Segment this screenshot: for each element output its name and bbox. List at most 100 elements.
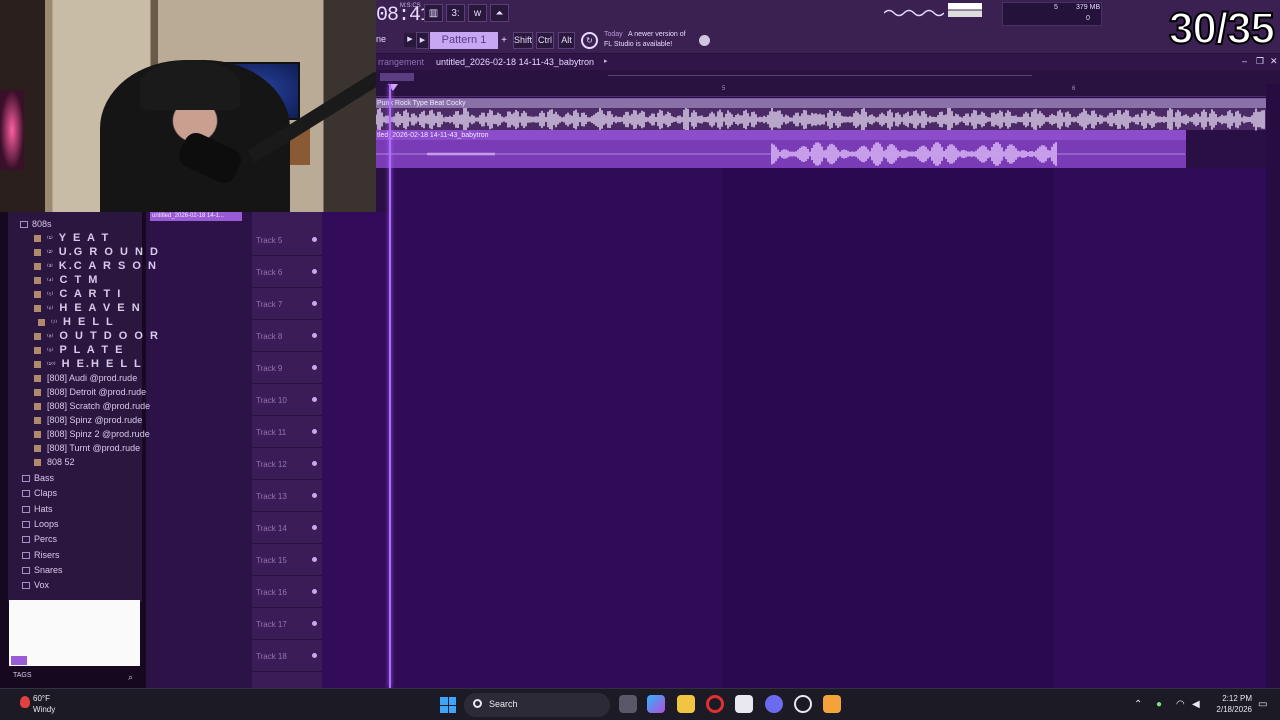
browser-folder-item[interactable]: Bass: [22, 471, 54, 485]
browser-file-item[interactable]: ⁽⁷⁾ H E L L: [38, 315, 115, 329]
track-mute-dot[interactable]: [312, 525, 317, 530]
browser-folder-item[interactable]: Vox: [22, 578, 49, 592]
metronome-icon[interactable]: ⏶: [490, 4, 509, 22]
track-header[interactable]: Track 12: [252, 448, 322, 480]
scroll-thumb[interactable]: [380, 73, 414, 81]
wifi-icon[interactable]: ◠: [1176, 699, 1185, 710]
playlist-horizontal-scroll[interactable]: [376, 70, 1280, 84]
timeline-ruler[interactable]: 5 6: [376, 84, 1280, 97]
track-mute-dot[interactable]: [312, 557, 317, 562]
ctrl-button[interactable]: Ctrl: [536, 32, 554, 49]
browser-file-item[interactable]: ⁽⁴⁾ C T M: [34, 273, 99, 287]
windows-start-icon[interactable]: [440, 697, 456, 713]
track-header[interactable]: Track 17: [252, 608, 322, 640]
track-mute-dot[interactable]: [312, 429, 317, 434]
volume-icon[interactable]: ◀: [1192, 699, 1200, 710]
notification-icon[interactable]: ▭: [1258, 699, 1267, 710]
news-line1[interactable]: A newer version of: [628, 31, 686, 38]
track-mute-dot[interactable]: [312, 461, 317, 466]
browser-file-item[interactable]: [808] Audi @prod.rude: [34, 371, 137, 385]
browser-file-item[interactable]: ⁽⁸⁾ O U T D O O R: [34, 329, 160, 343]
clock-date[interactable]: 2/18/2026: [1212, 705, 1252, 714]
track-area-pre[interactable]: [322, 212, 390, 688]
browser-folder-item[interactable]: Snares: [22, 563, 63, 577]
track-header[interactable]: Track 5: [252, 224, 322, 256]
browser-file-item[interactable]: ⁽⁹⁾ P L A T E: [34, 343, 125, 357]
opera-icon[interactable]: [706, 695, 724, 713]
track-header[interactable]: Track 11: [252, 416, 322, 448]
browser-file-item[interactable]: 808 52: [34, 455, 75, 469]
browser-folder-item[interactable]: Risers: [22, 548, 60, 562]
browser-file-item[interactable]: ⁽⁵⁾ C A R T I: [34, 287, 122, 301]
weather-temp[interactable]: 60°F: [33, 694, 50, 703]
track-header[interactable]: Track 14: [252, 512, 322, 544]
shift-button[interactable]: Shift: [513, 32, 533, 49]
browser-file-item[interactable]: [808] Detroit @prod.rude: [34, 385, 146, 399]
track-header[interactable]: Track 16: [252, 576, 322, 608]
browser-file-item[interactable]: [808] Spinz @prod.rude: [34, 413, 142, 427]
audio-clip-beat[interactable]: Punk Rock Type Beat Cocky: [376, 98, 1266, 131]
wait-record-icon[interactable]: w: [468, 4, 487, 22]
track-mute-dot[interactable]: [312, 237, 317, 242]
browser-file-item[interactable]: ⁽²⁾ U.G R O U N D: [34, 245, 160, 259]
clip-header[interactable]: tled_2026-02-18 14-11-43_babytron: [376, 130, 1186, 140]
browser-file-item[interactable]: ⁽⁶⁾ H E A V E N: [34, 301, 142, 315]
close-icon[interactable]: ✕: [1270, 56, 1278, 67]
browser-file-item[interactable]: ⁽¹⁰⁾ H E.H E L L: [34, 357, 143, 371]
track-mute-dot[interactable]: [312, 621, 317, 626]
browser-folder-item[interactable]: Claps: [22, 486, 57, 500]
audio-clip-vocal[interactable]: tled_2026-02-18 14-11-43_babytron: [376, 130, 1186, 168]
title-arrow-icon[interactable]: ▸: [604, 57, 608, 65]
weather-desc[interactable]: Windy: [33, 705, 55, 714]
clock-time[interactable]: 2:12 PM: [1212, 694, 1252, 703]
search-icon[interactable]: ⌕: [128, 672, 133, 683]
playlist-grid[interactable]: [390, 168, 1266, 688]
task-view-icon[interactable]: [619, 695, 637, 713]
playlist-vertical-scroll[interactable]: [1266, 84, 1280, 688]
globe-icon[interactable]: [699, 35, 710, 46]
microphone-icon[interactable]: ●: [1156, 699, 1162, 710]
track-mute-dot[interactable]: [312, 653, 317, 658]
browser-file-item[interactable]: [808] Turnt @prod.rude: [34, 441, 140, 455]
mode-arrow-icon[interactable]: ▶: [404, 33, 416, 47]
news-line2[interactable]: FL Studio is available!: [604, 41, 672, 48]
copilot-icon[interactable]: [647, 695, 665, 713]
add-pattern-button[interactable]: +: [498, 32, 510, 49]
track-header[interactable]: Track 13: [252, 480, 322, 512]
track-mute-dot[interactable]: [312, 333, 317, 338]
picker-clip-item[interactable]: untitled_2026-02-18 14-1...: [150, 212, 242, 221]
track-mute-dot[interactable]: [312, 269, 317, 274]
taskbar-search[interactable]: Search: [464, 693, 610, 717]
tray-chevron-icon[interactable]: ⌃: [1134, 699, 1142, 710]
fl-studio-icon[interactable]: [823, 695, 841, 713]
track-header[interactable]: Track 15: [252, 544, 322, 576]
pattern-selector[interactable]: Pattern 1: [430, 32, 498, 49]
track-header[interactable]: Track 6: [252, 256, 322, 288]
track-header[interactable]: Track 7: [252, 288, 322, 320]
discord-icon[interactable]: [765, 695, 783, 713]
store-icon[interactable]: [735, 695, 753, 713]
track-header[interactable]: Track 8: [252, 320, 322, 352]
piano-keyboard-icon[interactable]: ▥: [424, 4, 443, 22]
browser-folder-item[interactable]: Loops: [22, 517, 59, 531]
clip-header[interactable]: Punk Rock Type Beat Cocky: [376, 99, 1266, 108]
browser-file-item[interactable]: [808] Scratch @prod.rude: [34, 399, 150, 413]
browser-file-item[interactable]: ⁽³⁾ K.C A R S O N: [34, 259, 158, 273]
track-mute-dot[interactable]: [312, 493, 317, 498]
browser-file-item[interactable]: ⁽¹⁾ Y E A T: [34, 231, 110, 245]
settings-icon[interactable]: [794, 695, 812, 713]
track-header[interactable]: Track 9: [252, 352, 322, 384]
browser-folder-item[interactable]: Percs: [22, 532, 57, 546]
step-sequencer-icon[interactable]: 3:: [446, 4, 465, 22]
track-mute-dot[interactable]: [312, 589, 317, 594]
browser-file-item[interactable]: [808] Spinz 2 @prod.rude: [34, 427, 150, 441]
file-explorer-icon[interactable]: [677, 695, 695, 713]
track-mute-dot[interactable]: [312, 301, 317, 306]
news-icon[interactable]: ↻: [581, 32, 598, 49]
alt-button[interactable]: Alt: [558, 32, 575, 49]
minimize-icon[interactable]: –: [1242, 56, 1247, 66]
track-mute-dot[interactable]: [312, 365, 317, 370]
restore-icon[interactable]: ❐: [1256, 56, 1264, 67]
track-header[interactable]: Track 18: [252, 640, 322, 672]
folder-808s[interactable]: 808s: [20, 217, 52, 231]
